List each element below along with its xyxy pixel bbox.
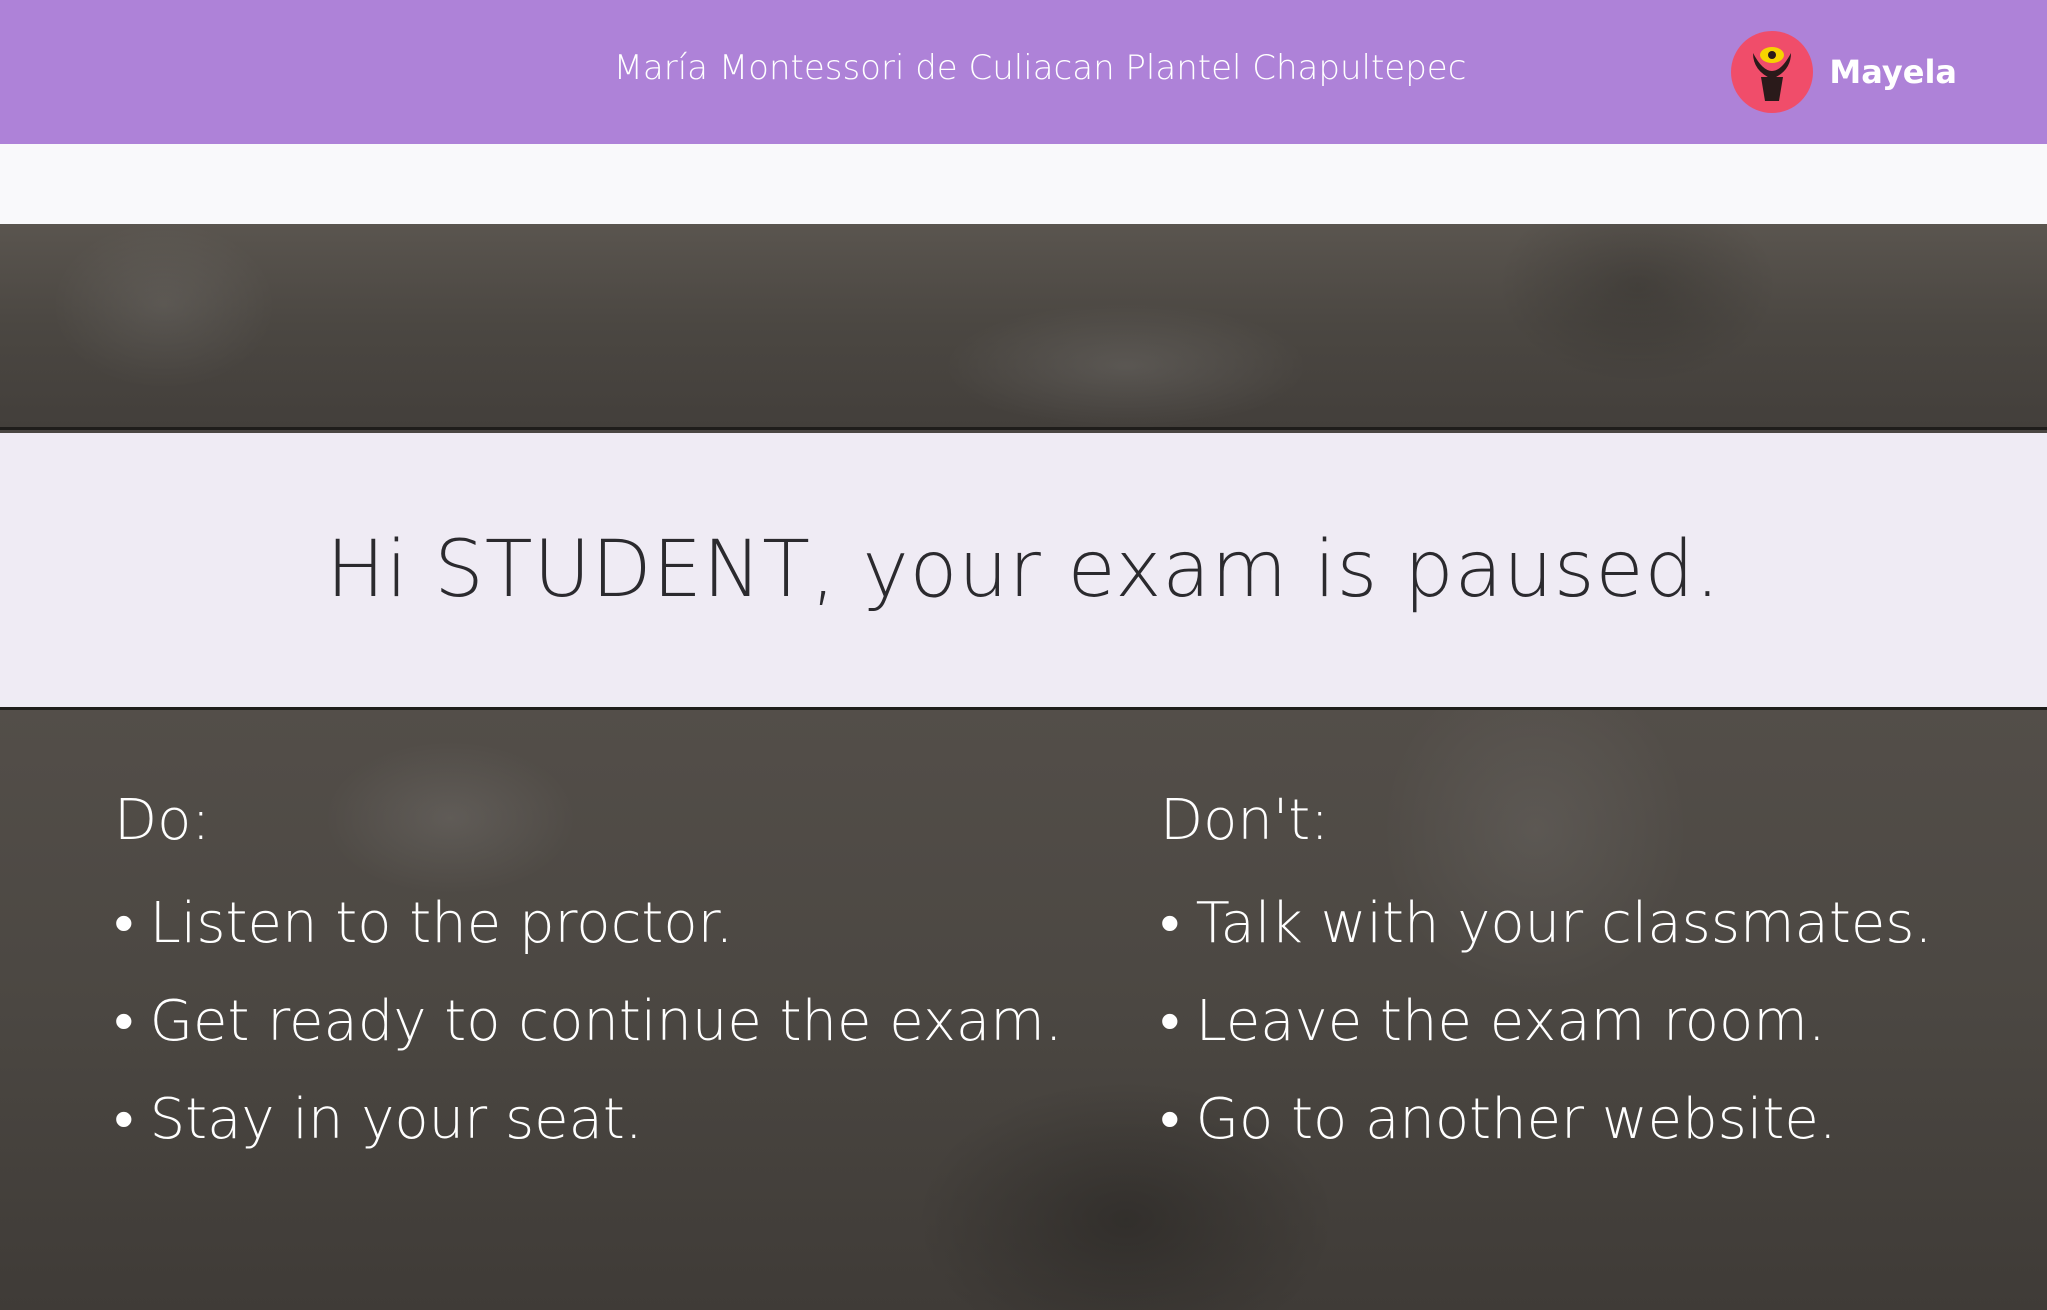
do-item: Stay in your seat. xyxy=(114,1071,1063,1169)
dont-list-section: Don't: Talk with your classmates. Leave … xyxy=(1160,788,1932,1169)
do-item: Get ready to continue the exam. xyxy=(114,973,1063,1071)
dont-item: Leave the exam room. xyxy=(1160,973,1932,1071)
pause-banner: Hi STUDENT, your exam is paused. xyxy=(0,433,2047,707)
monster-avatar-icon[interactable] xyxy=(1731,31,1814,113)
pause-message: Hi STUDENT, your exam is paused. xyxy=(326,525,1721,615)
classroom-photo-top xyxy=(0,224,2047,430)
user-name: Mayela xyxy=(1829,53,1957,91)
dont-list: Talk with your classmates. Leave the exa… xyxy=(1160,875,1933,1169)
header-spacer xyxy=(0,144,2047,224)
dont-item: Go to another website. xyxy=(1160,1071,1932,1169)
top-header: María Montessori de Culiacan Plantel Cha… xyxy=(0,0,2047,144)
do-list: Listen to the proctor. Get ready to cont… xyxy=(114,875,1063,1169)
dont-title: Don't: xyxy=(1160,788,1330,853)
do-item: Listen to the proctor. xyxy=(114,875,1063,973)
user-menu[interactable]: Mayela xyxy=(1731,30,1957,114)
do-title: Do: xyxy=(114,788,211,853)
do-list-section: Do: Listen to the proctor. Get ready to … xyxy=(114,788,1063,1169)
dont-item: Talk with your classmates. xyxy=(1160,875,1933,973)
